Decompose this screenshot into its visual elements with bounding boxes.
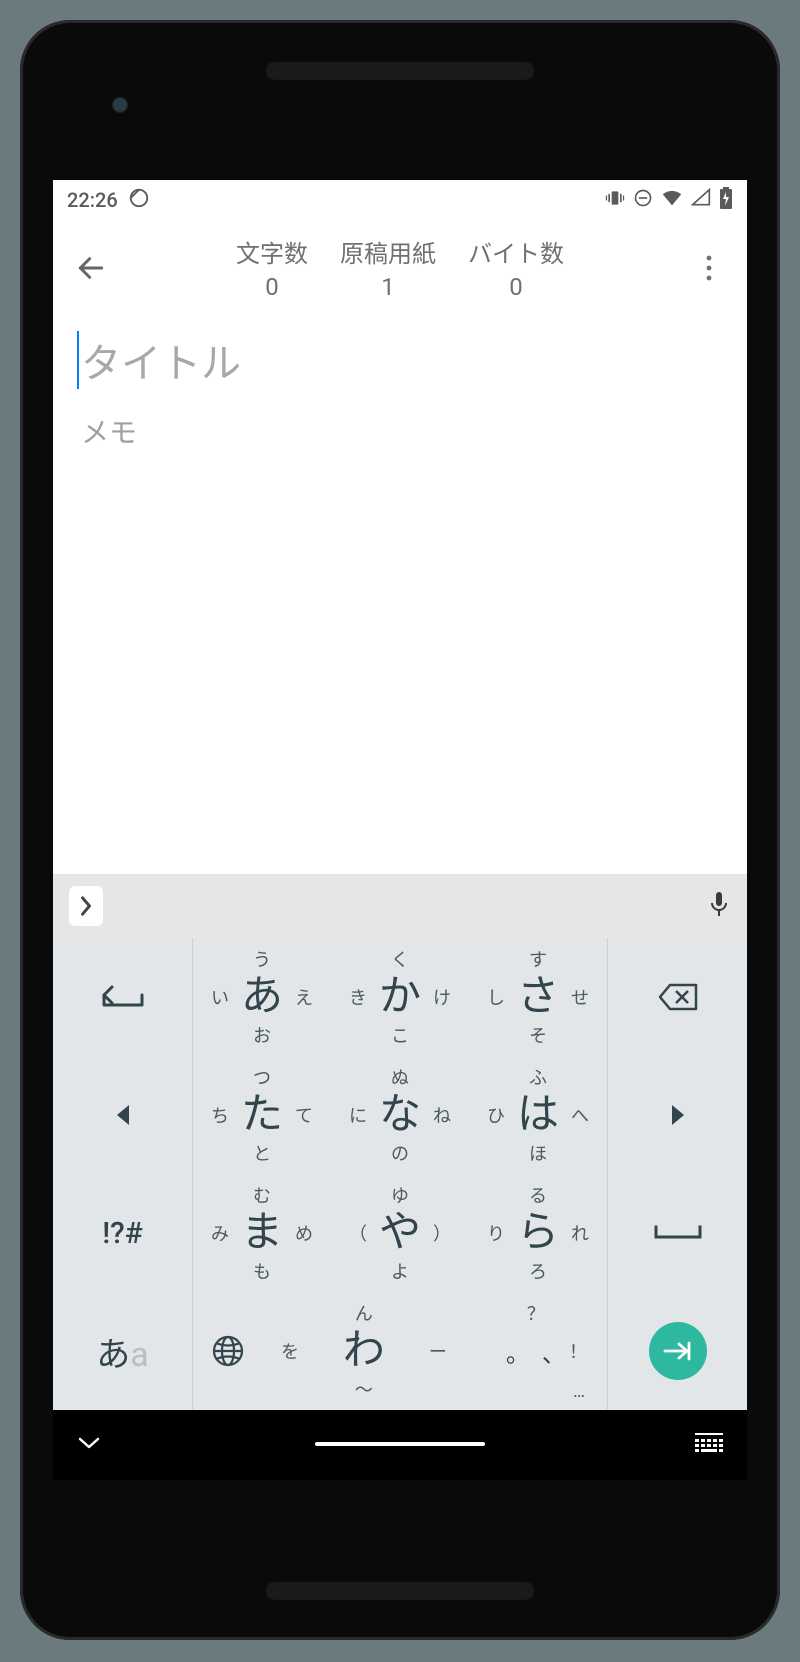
key-ma[interactable]: む も み め ま bbox=[193, 1174, 331, 1292]
suggestion-bar bbox=[53, 874, 747, 938]
backspace-key[interactable] bbox=[607, 938, 747, 1056]
key-ha[interactable]: ふ ほ ひ へ は bbox=[469, 1056, 607, 1174]
key-wa[interactable]: ん 〜 を ー わ bbox=[263, 1292, 465, 1410]
counter-bytes: バイト数 0 bbox=[468, 234, 564, 301]
counter-pages: 原稿用紙 1 bbox=[340, 234, 436, 301]
signal-icon bbox=[691, 188, 711, 213]
voice-input-button[interactable] bbox=[707, 890, 731, 922]
keyboard: う お い え あ く こ き け か す そ し せ bbox=[53, 938, 747, 1410]
phone-frame: 22:26 bbox=[20, 20, 780, 1640]
expand-suggestions-button[interactable] bbox=[69, 886, 103, 926]
status-bar: 22:26 bbox=[53, 180, 747, 220]
nav-down-button[interactable] bbox=[77, 1435, 101, 1455]
navigation-bar bbox=[53, 1410, 747, 1480]
app-bar: 文字数 0 原稿用紙 1 バイト数 0 bbox=[53, 220, 747, 315]
status-time: 22:26 bbox=[67, 188, 118, 212]
punctuation-key[interactable]: ？ ！ … 。 、 bbox=[465, 1292, 607, 1410]
device-speaker-bottom bbox=[265, 1580, 535, 1600]
counter-value: 0 bbox=[509, 273, 523, 301]
globe-key[interactable] bbox=[193, 1292, 263, 1410]
vibrate-icon bbox=[605, 188, 625, 213]
counter-label: 文字数 bbox=[236, 234, 308, 269]
key-a[interactable]: う お い え あ bbox=[193, 938, 331, 1056]
counter-label: バイト数 bbox=[468, 234, 564, 269]
more-button[interactable] bbox=[679, 255, 739, 281]
key-ka[interactable]: く こ き け か bbox=[331, 938, 469, 1056]
enter-icon bbox=[649, 1322, 707, 1380]
symbols-key[interactable]: !?# bbox=[53, 1174, 193, 1292]
battery-icon bbox=[719, 187, 733, 214]
device-speaker-top bbox=[265, 60, 535, 80]
title-placeholder: タイトル bbox=[81, 331, 241, 389]
title-input[interactable]: タイトル bbox=[77, 331, 723, 389]
memo-input[interactable]: メモ bbox=[77, 411, 723, 451]
back-button[interactable] bbox=[61, 252, 121, 284]
key-sa[interactable]: す そ し せ さ bbox=[469, 938, 607, 1056]
key-ya[interactable]: ゆ よ （ ） や bbox=[331, 1174, 469, 1292]
screen: 22:26 bbox=[53, 180, 747, 1480]
key-ra[interactable]: る ろ り れ ら bbox=[469, 1174, 607, 1292]
wifi-icon bbox=[661, 187, 683, 214]
device-camera bbox=[105, 90, 135, 120]
memo-placeholder: メモ bbox=[81, 416, 137, 449]
android-debug-icon bbox=[128, 187, 150, 214]
undo-key[interactable] bbox=[53, 938, 193, 1056]
enter-key[interactable] bbox=[607, 1292, 747, 1410]
nav-home-line[interactable] bbox=[315, 1442, 485, 1446]
cursor-left-key[interactable] bbox=[53, 1056, 193, 1174]
key-ta[interactable]: つ と ち て た bbox=[193, 1056, 331, 1174]
cursor-right-key[interactable] bbox=[607, 1056, 747, 1174]
space-key[interactable] bbox=[607, 1174, 747, 1292]
counter-characters: 文字数 0 bbox=[236, 234, 308, 301]
dnd-icon bbox=[633, 188, 653, 213]
counter-value: 0 bbox=[265, 273, 279, 301]
nav-keyboard-switch-button[interactable] bbox=[695, 1433, 723, 1457]
counter-value: 1 bbox=[381, 273, 395, 301]
key-na[interactable]: ぬ の に ね な bbox=[331, 1056, 469, 1174]
counter-label: 原稿用紙 bbox=[340, 234, 436, 269]
editor-area: タイトル メモ bbox=[53, 315, 747, 874]
language-toggle-key[interactable]: あa bbox=[53, 1292, 193, 1410]
counters: 文字数 0 原稿用紙 1 バイト数 0 bbox=[121, 234, 679, 301]
